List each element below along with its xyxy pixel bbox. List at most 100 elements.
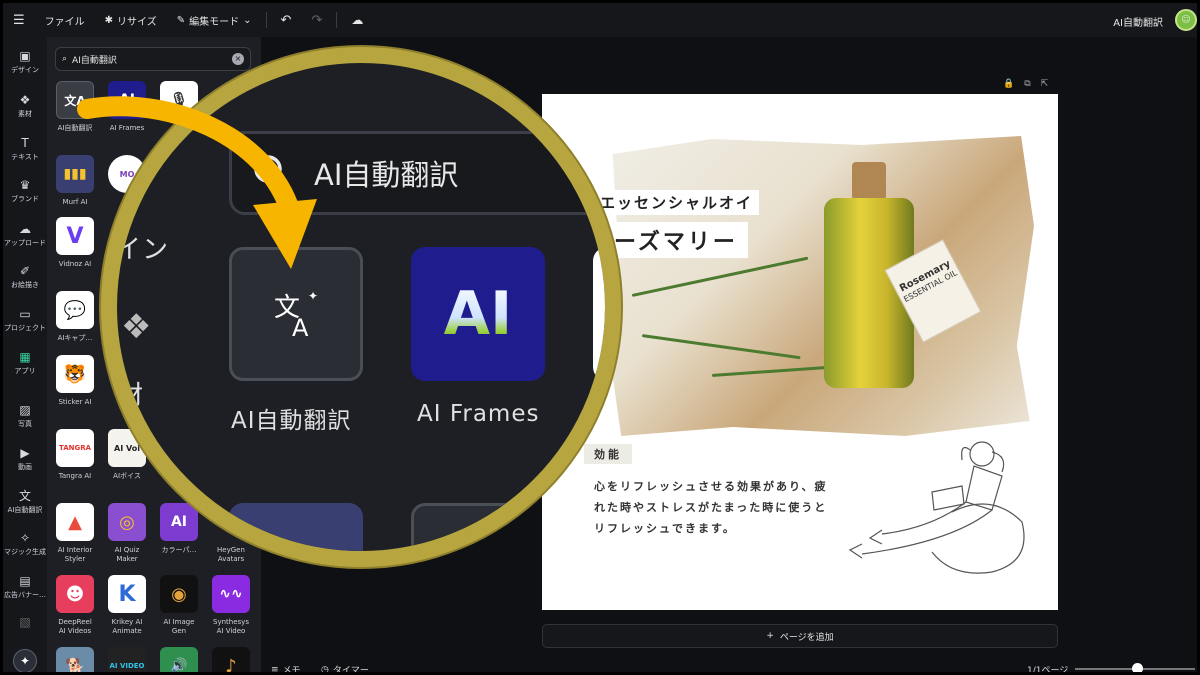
video-icon: ▶ [20,446,30,460]
draw-icon: ✐ [19,264,31,278]
duplicate-icon[interactable]: ⧉ [1024,79,1030,89]
app-label: Sticker AI [58,398,92,406]
krikey-logo-icon: K [118,581,136,607]
folder-icon: ▭ [19,307,31,321]
page-count[interactable]: 1/1ページ [1027,663,1068,672]
rail-item-photos[interactable]: ▨ 写真 [3,403,47,429]
user-face-icon: ☺ [1181,15,1191,25]
rail-item-more[interactable]: ▧ [3,615,47,631]
rail-item-upload[interactable]: ☁ アップロード [3,222,47,248]
cloud-save-button[interactable]: ☁ [341,3,373,37]
search-icon: ⌕ [62,54,68,64]
interior-logo-icon: ▲ [68,511,82,533]
pointer-arrow [77,96,317,269]
rail-item-ai-translate[interactable]: 文 AI自動翻訳 [3,489,47,515]
swirl-icon: ◉ [171,583,187,605]
app-tile-ai-interior[interactable]: ▲ [56,503,94,541]
photo-icon: ▨ [19,403,31,417]
app-tile-sticker[interactable]: 🐯 [56,355,94,393]
redo-button[interactable]: ↷ [301,3,332,37]
text-icon: T [21,136,29,150]
app-label: Krikey AI Animate [111,618,143,635]
app-tile-ai-image-gen[interactable]: ◉ [160,575,198,613]
rail-item-elements[interactable]: ❖ 素材 [3,93,47,119]
rail-item-brand[interactable]: ♛ ブランド [3,178,47,204]
timer-button[interactable]: ◷ タイマー [321,663,369,675]
dog-icon: 🐕 [65,656,85,675]
lock-icon[interactable]: 🔒 [1003,79,1014,89]
app-tile-krikey[interactable]: K [108,575,146,613]
left-rail: ▣ デザイン ❖ 素材 T テキスト ♛ ブランド ☁ アップロード ✐ お絵描き ▭ プロジ… [3,37,47,672]
rail-item-draw[interactable]: ✐ お絵描き [3,264,47,290]
undo-button[interactable]: ↶ [271,3,302,37]
add-page-button[interactable]: + ページを追加 [542,624,1058,648]
subtitle-text[interactable]: エッセンシャルオイ [594,190,760,215]
upload-icon: ☁ [19,222,31,236]
undo-icon: ↶ [280,12,292,28]
redo-icon: ↷ [311,12,323,28]
app-label: Synthesys AI Video [213,618,249,635]
app-tile-tangra[interactable]: TANGRA [56,429,94,467]
elements-icon: ❖ [121,307,153,347]
app-tile-dog[interactable]: 🐕 [56,647,94,675]
chevron-down-icon: ⌄ [243,14,252,26]
sparkle-icon: ✱ [104,14,114,26]
cloud-check-icon: ☁ [351,13,364,27]
file-menu[interactable]: ファイル [35,3,95,37]
hamburger-icon: ☰ [13,12,25,28]
app-label: AI Image Gen [163,618,195,635]
app-icon: ▧ [19,615,31,629]
speaker-icon: 🔊 [170,658,188,674]
app-label: Tangra AI [58,472,92,480]
rail-item-projects[interactable]: ▭ プロジェクト [3,307,47,333]
app-tile-synthesys[interactable]: ∿∿ [212,575,250,613]
edit-mode-menu[interactable]: ✎ 編集モード ⌄ [167,3,262,37]
magic-media-icon: ✧ [19,531,31,545]
zoomed-ai-frames-tile: AI [411,247,545,381]
body-text[interactable]: 心をリフレッシュさせる効果があり、疲れた時やストレスがたまった時に使うとリフレッ… [594,476,834,539]
app-tile-ai-caption[interactable]: 💬 [56,291,94,329]
pencil-icon: ✎ [176,14,186,26]
rail-item-apps[interactable]: ▦ アプリ [3,350,47,376]
menu-button[interactable]: ☰ [3,3,35,37]
rail-item-design[interactable]: ▣ デザイン [3,49,47,75]
elements-icon: ❖ [19,93,31,107]
add-page-icon[interactable]: ⇱ [1041,79,1049,89]
banner-icon: ▤ [19,574,31,588]
app-label: AIキャプ… [57,334,93,342]
tiger-icon: 🐯 [63,363,87,385]
layout-icon: ▣ [19,49,31,63]
zoom-slider-handle[interactable] [1132,663,1143,672]
rail-item-text[interactable]: T テキスト [3,136,47,162]
app-label: DeepReel AI Videos [58,618,92,635]
title-text[interactable]: ーズマリー [604,222,748,258]
rail-item-banner[interactable]: ▤ 広告バナー… [3,574,47,600]
notes-icon: ≡ [271,664,279,675]
app-tile-music[interactable]: ♪ [212,647,250,672]
magic-button[interactable]: ✦ [13,649,37,672]
brand-icon: ♛ [19,178,31,192]
zoomed-tile-label: AI Frames [417,401,540,427]
timer-icon: ◷ [321,664,329,675]
rail-item-magic-media[interactable]: ✧ マジック生成 [3,531,47,557]
divider [265,12,267,28]
relaxing-person-illustration [848,441,1025,574]
portrait-icon: ☻ [65,583,85,605]
zoomed-partial-text: 材 [117,381,145,411]
document-title[interactable]: AI自動翻訳 [1113,14,1163,29]
avatar[interactable]: ☺ [1175,9,1197,31]
app-tile-ai-audio[interactable]: 🔊 [160,647,198,674]
page-tools: 🔒 ⧉ ⇱ [1003,79,1048,89]
rail-item-videos[interactable]: ▶ 動画 [3,446,47,472]
design-page[interactable]: Rosemary ESSENTIAL OIL エッセンシャルオイ ーズマリー 効能… [542,94,1058,610]
svg-text:A: A [292,314,309,342]
app-label: AI Interior Styler [57,546,93,563]
waveform-icon: ∿∿ [219,586,243,602]
translate-icon: 文 [18,489,31,503]
top-bar: ☰ ファイル ✱ リサイズ ✎ 編集モード ⌄ ↶ ↷ ☁ AI自動翻訳 ☺ [3,3,1197,37]
zoomed-tile-label: AI自動翻訳 [231,408,352,434]
app-tile-ai-video[interactable]: AI VIDEO [108,647,146,672]
resize-menu[interactable]: ✱ リサイズ [95,3,167,37]
notes-button[interactable]: ≡ メモ [271,663,301,675]
app-tile-deepreel[interactable]: ☻ [56,575,94,613]
